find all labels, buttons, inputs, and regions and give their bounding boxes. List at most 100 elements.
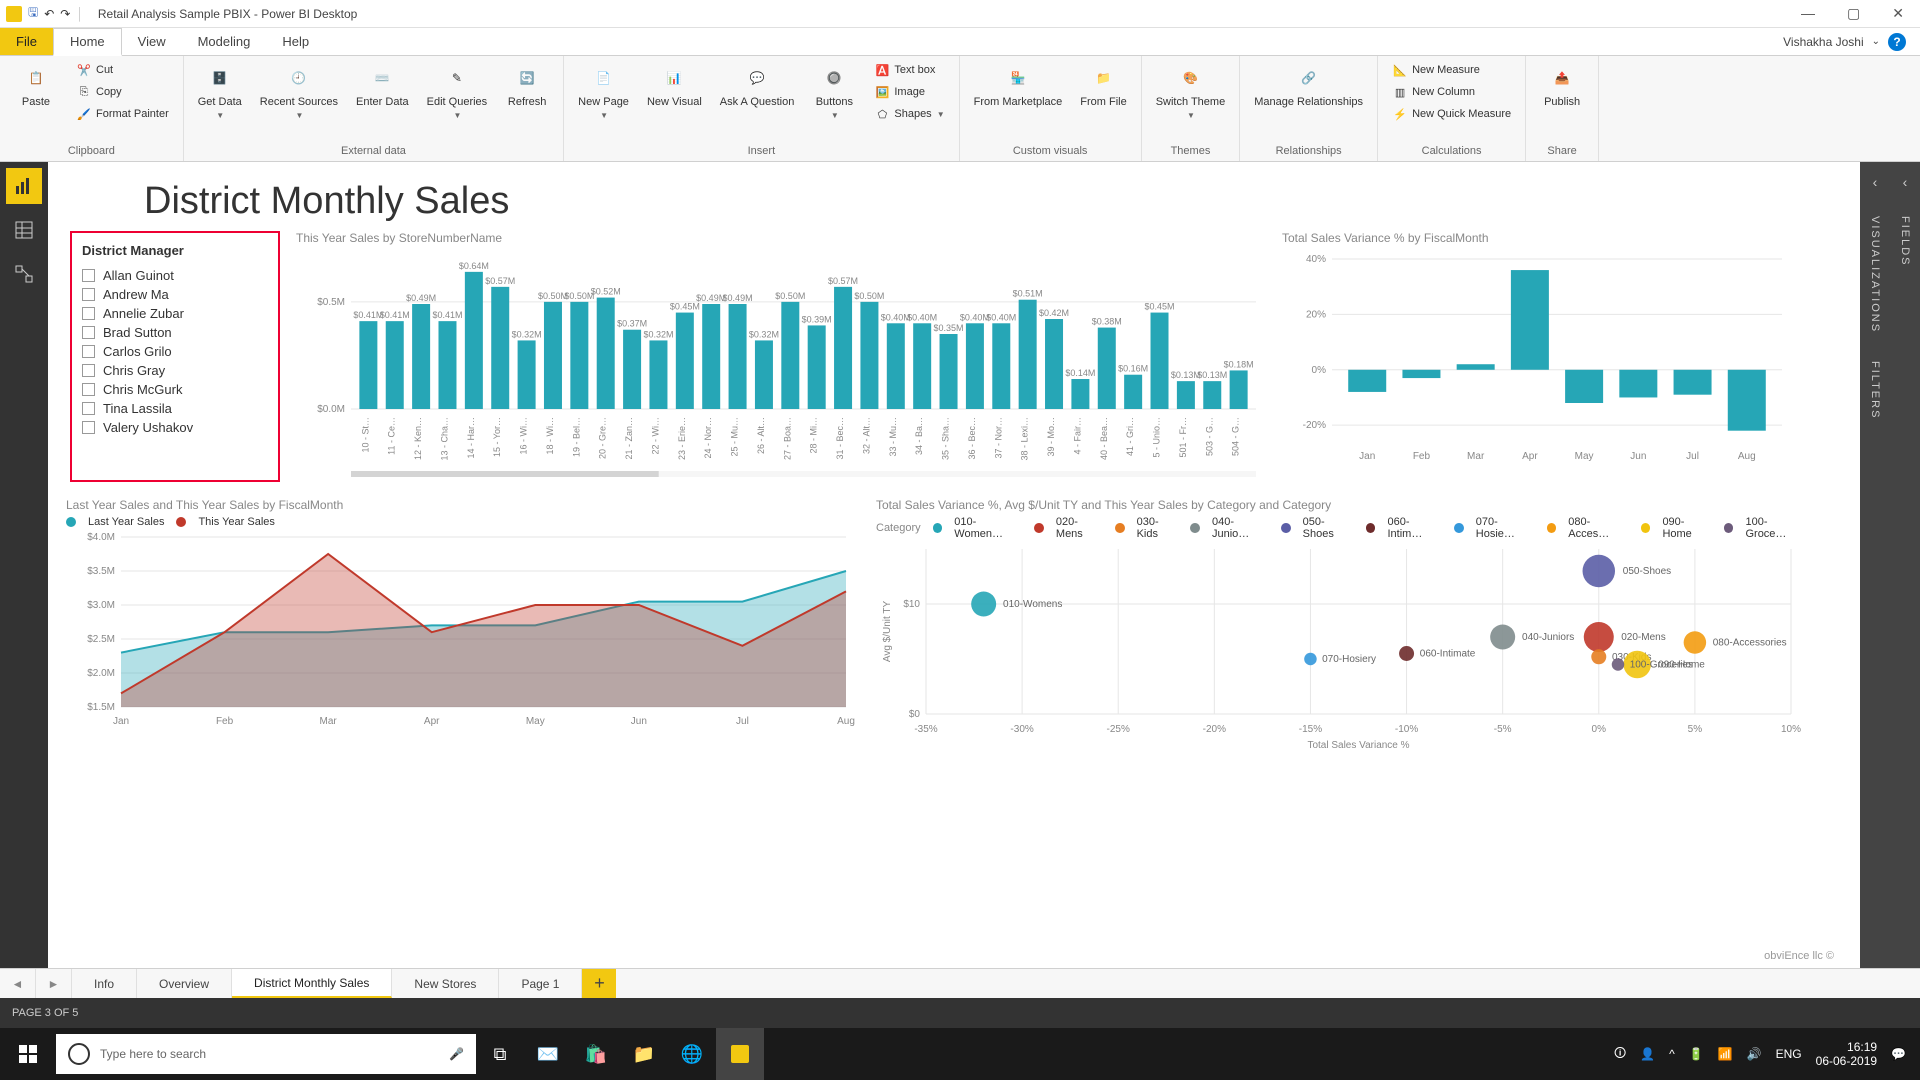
slicer-item[interactable]: Chris McGurk <box>82 380 268 399</box>
copy-button[interactable]: ⎘Copy <box>72 82 173 102</box>
report-canvas[interactable]: District Monthly Sales District Manager … <box>48 162 1860 968</box>
image-button[interactable]: 🖼️Image <box>870 82 948 102</box>
district-manager-slicer[interactable]: District Manager Allan GuinotAndrew MaAn… <box>70 231 280 482</box>
start-button[interactable] <box>0 1028 56 1080</box>
tray-notifications-icon[interactable]: 💬 <box>1891 1047 1906 1061</box>
maximize-icon[interactable]: ▢ <box>1847 5 1860 22</box>
tab-modeling[interactable]: Modeling <box>182 28 267 55</box>
page-tab[interactable]: New Stores <box>392 969 499 998</box>
ly-ty-area-chart[interactable]: $1.5M$2.0M$2.5M$3.0M$3.5M$4.0MJanFebMarA… <box>66 532 856 732</box>
close-icon[interactable]: ✕ <box>1892 5 1904 22</box>
chrome-icon[interactable]: 🌐 <box>668 1028 716 1080</box>
checkbox-icon[interactable] <box>82 421 95 434</box>
checkbox-icon[interactable] <box>82 383 95 396</box>
slicer-item[interactable]: Annelie Zubar <box>82 304 268 323</box>
report-view-icon[interactable] <box>6 168 42 204</box>
slicer-item[interactable]: Andrew Ma <box>82 285 268 304</box>
slicer-item[interactable]: Brad Sutton <box>82 323 268 342</box>
tray-wifi-icon[interactable]: 📶 <box>1718 1047 1733 1061</box>
windows-taskbar: Type here to search 🎤 ⧉ ✉️ 🛍️ 📁 🌐 🛈 👤 ^ … <box>0 1028 1920 1080</box>
add-page-button[interactable]: + <box>582 969 616 998</box>
new-column-button[interactable]: ▥New Column <box>1388 82 1515 102</box>
checkbox-icon[interactable] <box>82 364 95 377</box>
manage-relationships-button[interactable]: 🔗Manage Relationships <box>1250 60 1367 111</box>
paste-button[interactable]: 📋 Paste <box>10 60 62 111</box>
svg-text:$0.45M: $0.45M <box>1144 302 1174 312</box>
mic-icon[interactable]: 🎤 <box>449 1047 464 1061</box>
new-visual-button[interactable]: 📊New Visual <box>643 60 706 111</box>
cut-button[interactable]: ✂️Cut <box>72 60 173 80</box>
minimize-icon[interactable]: — <box>1801 5 1815 22</box>
enter-data-button[interactable]: ⌨️Enter Data <box>352 60 413 111</box>
tray-battery-icon[interactable]: 🔋 <box>1689 1047 1704 1061</box>
checkbox-icon[interactable] <box>82 307 95 320</box>
page-tab[interactable]: District Monthly Sales <box>232 969 392 998</box>
buttons-button[interactable]: 🔘Buttons▼ <box>808 60 860 122</box>
slicer-item[interactable]: Allan Guinot <box>82 266 268 285</box>
collapse-chevron-icon[interactable]: ‹ <box>1903 162 1908 202</box>
checkbox-icon[interactable] <box>82 402 95 415</box>
tray-clock[interactable]: 16:19 06-06-2019 <box>1816 1040 1877 1069</box>
qat-save-icon[interactable]: 🖫 <box>28 3 38 24</box>
taskbar-search[interactable]: Type here to search 🎤 <box>56 1034 476 1074</box>
powerbi-taskbar-icon[interactable] <box>716 1028 764 1080</box>
tray-volume-icon[interactable]: 🔊 <box>1747 1047 1762 1061</box>
checkbox-icon[interactable] <box>82 269 95 282</box>
svg-text:31 - Bec…: 31 - Bec… <box>835 417 845 460</box>
page-tab[interactable]: Overview <box>137 969 232 998</box>
tray-lang[interactable]: ENG <box>1776 1047 1802 1061</box>
qat-redo-icon[interactable]: ↷ <box>60 7 70 21</box>
checkbox-icon[interactable] <box>82 345 95 358</box>
shapes-button[interactable]: ⬠Shapes▼ <box>870 104 948 124</box>
right-pane-fields[interactable]: ‹ FIELDS <box>1890 162 1920 968</box>
new-page-button[interactable]: 📄New Page▼ <box>574 60 633 122</box>
get-data-button[interactable]: 🗄️Get Data▼ <box>194 60 246 122</box>
slicer-item[interactable]: Chris Gray <box>82 361 268 380</box>
tray-help-icon[interactable]: 🛈 <box>1614 1044 1626 1065</box>
page-title: District Monthly Sales <box>144 180 1824 223</box>
new-measure-button[interactable]: 📐New Measure <box>1388 60 1515 80</box>
from-file-button[interactable]: 📁From File <box>1076 60 1130 111</box>
edit-queries-button[interactable]: ✎Edit Queries▼ <box>423 60 492 122</box>
recent-sources-button[interactable]: 🕘Recent Sources▼ <box>256 60 342 122</box>
publish-button[interactable]: 📤Publish <box>1536 60 1588 111</box>
this-year-sales-bar-chart[interactable]: $0.0M$0.5M$0.41M10 - St…$0.41M11 - Ce…$0… <box>296 249 1266 479</box>
slicer-item[interactable]: Carlos Grilo <box>82 342 268 361</box>
user-section[interactable]: Vishakha Joshi ⌄ ? <box>1783 28 1920 55</box>
tab-file[interactable]: File <box>0 28 53 55</box>
page-tab[interactable]: Info <box>72 969 137 998</box>
right-pane-visualizations[interactable]: ‹ VISUALIZATIONS FILTERS <box>1860 162 1890 968</box>
explorer-icon[interactable]: 📁 <box>620 1028 668 1080</box>
format-painter-button[interactable]: 🖌️Format Painter <box>72 104 173 124</box>
checkbox-icon[interactable] <box>82 288 95 301</box>
refresh-button[interactable]: 🔄Refresh <box>501 60 553 111</box>
help-icon[interactable]: ? <box>1888 33 1906 51</box>
store-icon[interactable]: 🛍️ <box>572 1028 620 1080</box>
svg-text:37 - Nor…: 37 - Nor… <box>993 417 1003 459</box>
marketplace-button[interactable]: 🏪From Marketplace <box>970 60 1067 111</box>
variance-bar-chart[interactable]: -20%0%20%40%JanFebMarAprMayJunJulAug <box>1282 249 1792 469</box>
tab-view[interactable]: View <box>122 28 182 55</box>
page-tab[interactable]: Page 1 <box>499 969 582 998</box>
checkbox-icon[interactable] <box>82 326 95 339</box>
text-box-button[interactable]: 🅰️Text box <box>870 60 948 80</box>
data-view-icon[interactable] <box>6 212 42 248</box>
tab-help[interactable]: Help <box>266 28 325 55</box>
mail-icon[interactable]: ✉️ <box>524 1028 572 1080</box>
tab-home[interactable]: Home <box>53 28 122 56</box>
switch-theme-button[interactable]: 🎨Switch Theme▼ <box>1152 60 1230 122</box>
svg-text:35 - Sha…: 35 - Sha… <box>941 417 951 460</box>
tray-people-icon[interactable]: 👤 <box>1640 1047 1655 1061</box>
page-prev-icon[interactable]: ◄ <box>0 969 36 998</box>
model-view-icon[interactable] <box>6 256 42 292</box>
qat-undo-icon[interactable]: ↶ <box>44 7 54 21</box>
page-next-icon[interactable]: ► <box>36 969 72 998</box>
task-view-icon[interactable]: ⧉ <box>476 1028 524 1080</box>
ask-question-button[interactable]: 💬Ask A Question <box>716 60 799 111</box>
slicer-item[interactable]: Valery Ushakov <box>82 418 268 437</box>
tray-chevron-icon[interactable]: ^ <box>1669 1047 1675 1061</box>
new-quick-measure-button[interactable]: ⚡New Quick Measure <box>1388 104 1515 124</box>
category-scatter-chart[interactable]: $0$10-35%-30%-25%-20%-15%-10%-5%0%5%10%T… <box>876 544 1806 754</box>
slicer-item[interactable]: Tina Lassila <box>82 399 268 418</box>
collapse-chevron-icon[interactable]: ‹ <box>1873 162 1878 202</box>
